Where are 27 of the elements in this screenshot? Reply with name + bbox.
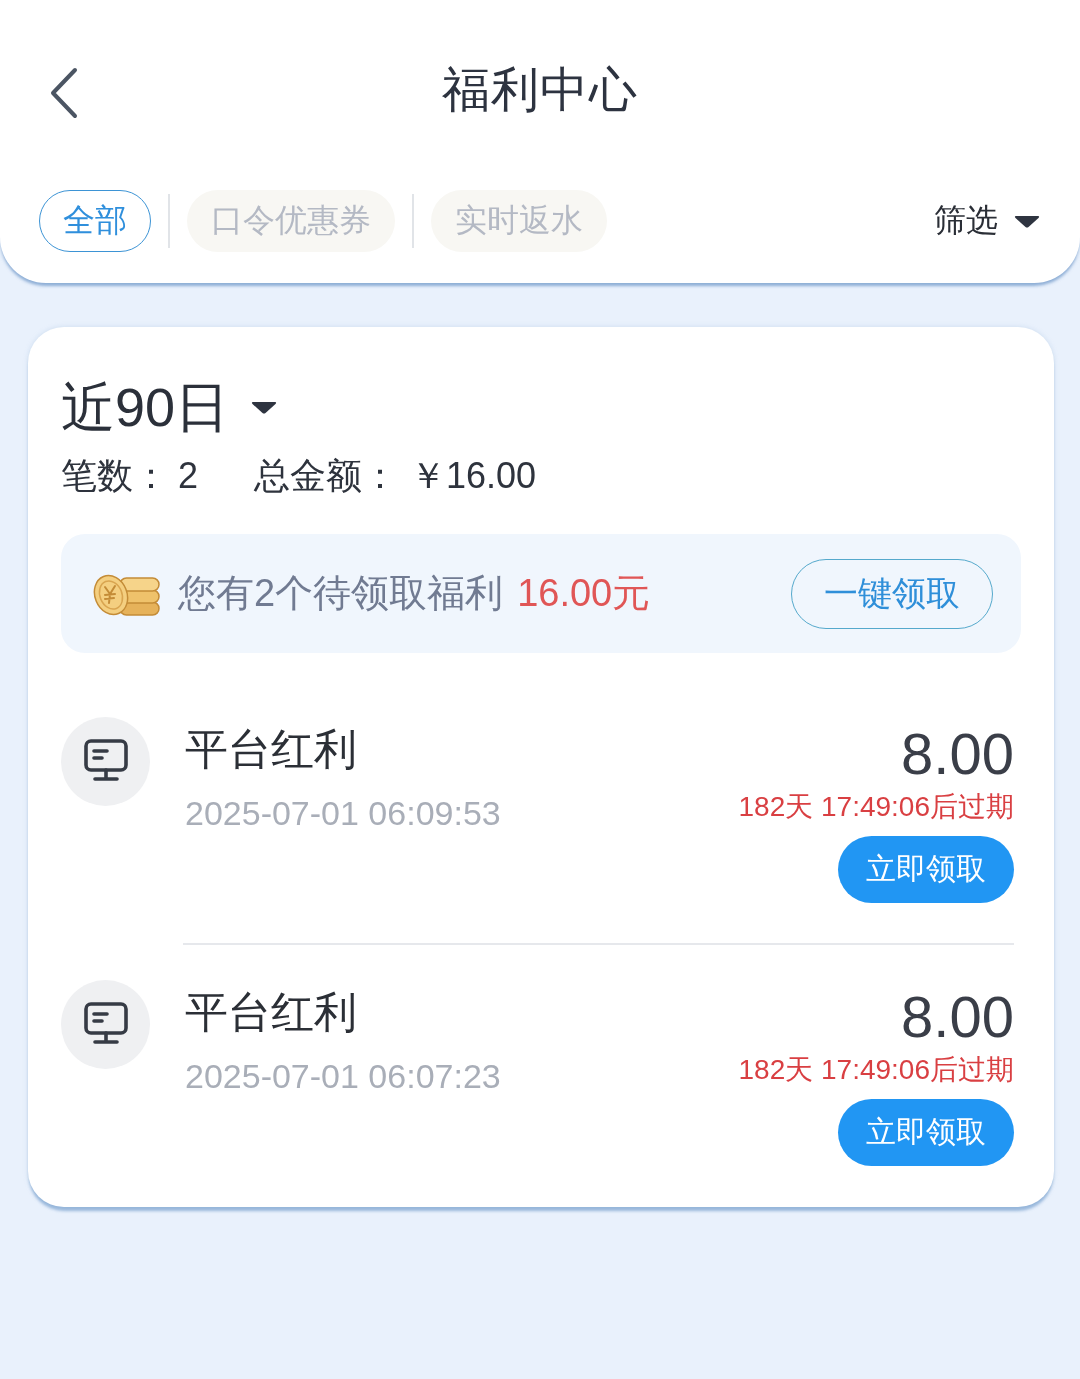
tab[interactable]: 口令优惠券 (187, 190, 395, 252)
monitor-icon (61, 717, 150, 806)
back-icon[interactable] (48, 67, 80, 119)
filter-button[interactable]: 筛选 (934, 199, 1040, 243)
claim-button[interactable]: 立即领取 (838, 836, 1014, 903)
total-value: ￥16.00 (410, 454, 537, 498)
caret-icon (1014, 213, 1040, 229)
count-label: 笔数： (61, 454, 169, 498)
monitor-icon (61, 979, 150, 1069)
total-label: 总金额： (254, 454, 399, 498)
item-title: 平台红利 (185, 724, 357, 775)
item-time: 2025-07-01 06:07:23 (185, 1055, 501, 1096)
page-title: 福利中心 (442, 62, 638, 118)
pending-amount: 16.00元 (517, 571, 651, 616)
expiry-text: 182天 17:49:06后过期 (738, 790, 1014, 824)
item-title: 平台红利 (185, 986, 357, 1038)
expiry-text: 182天 17:49:06后过期 (738, 1052, 1014, 1087)
claim-button[interactable]: 立即领取 (838, 1098, 1014, 1166)
item-amount: 8.00 (901, 984, 1014, 1049)
period-dropdown[interactable]: 近90日 (61, 374, 278, 440)
pending-message: 您有2个待领取福利 (178, 571, 504, 616)
item-time: 2025-07-01 06:09:53 (185, 793, 501, 833)
tab[interactable]: 实时返水 (431, 190, 607, 252)
item-amount: 8.00 (901, 722, 1014, 786)
count-value: 2 (178, 454, 199, 498)
tab[interactable]: 全部 (39, 190, 151, 252)
caret-icon (251, 399, 278, 415)
